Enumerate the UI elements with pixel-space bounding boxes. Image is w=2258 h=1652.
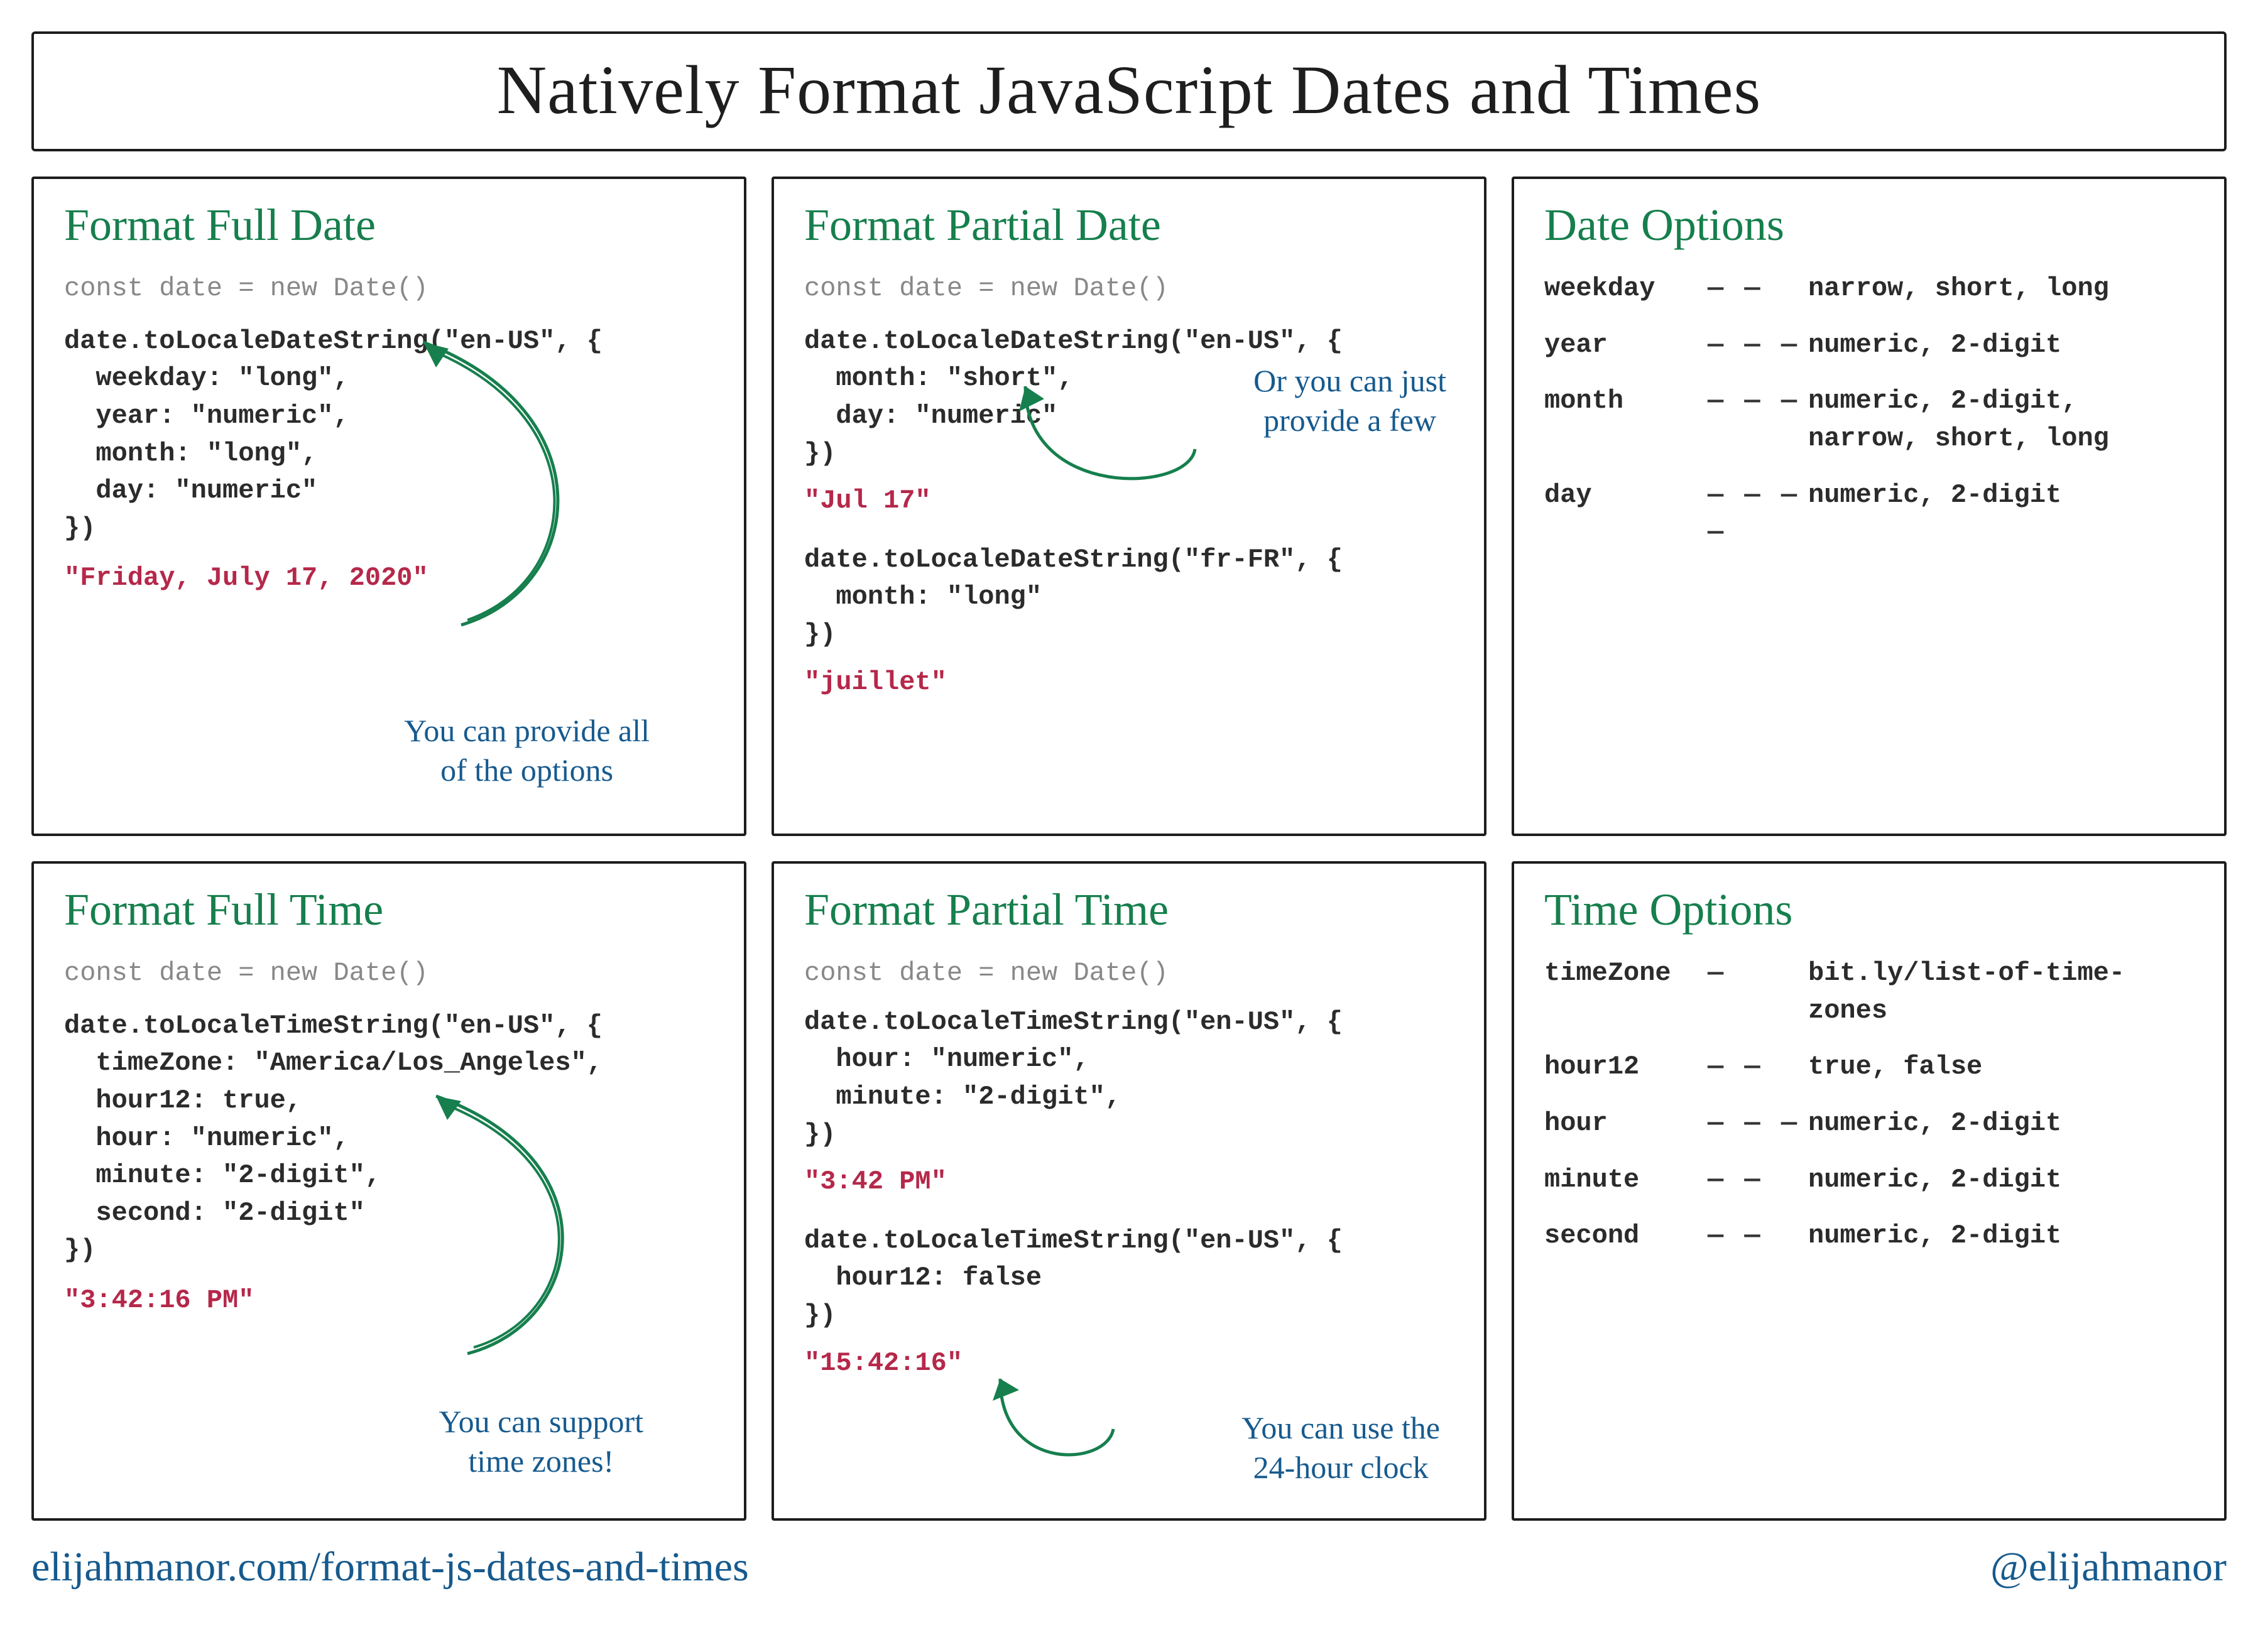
- card-grid: Format Full Date const date = new Date()…: [31, 177, 2227, 1521]
- option-row: hour — — — numeric, 2-digit: [1544, 1105, 2194, 1143]
- arrow-icon: [1000, 374, 1252, 518]
- option-dash: — — — —: [1708, 477, 1808, 552]
- option-key: weekday: [1544, 270, 1708, 308]
- arrow-icon: [975, 1366, 1138, 1486]
- option-row: hour12 — — true, false: [1544, 1048, 2194, 1086]
- code-output-1: "3:42 PM": [804, 1163, 1454, 1201]
- options-list: weekday — — narrow, short, long year — —…: [1544, 270, 2194, 552]
- option-key: hour12: [1544, 1048, 1708, 1086]
- option-dash: — — —: [1708, 1105, 1808, 1143]
- page-title: Natively Format JavaScript Dates and Tim…: [40, 50, 2218, 130]
- option-key: year: [1544, 327, 1708, 364]
- footer: elijahmanor.com/format-js-dates-and-time…: [31, 1543, 2227, 1591]
- title-bar: Natively Format JavaScript Dates and Tim…: [31, 31, 2227, 151]
- option-row: year — — — numeric, 2-digit: [1544, 327, 2194, 364]
- options-list: timeZone — bit.ly/list-of-time-zones hou…: [1544, 955, 2194, 1255]
- code-body-2: date.toLocaleTimeString("en-US", { hour1…: [804, 1222, 1454, 1335]
- code-decl: const date = new Date(): [64, 270, 714, 308]
- arrow-icon: [386, 323, 612, 650]
- card-heading: Format Partial Date: [804, 199, 1454, 251]
- option-row: second — — numeric, 2-digit: [1544, 1217, 2194, 1255]
- code-body-2: date.toLocaleDateString("fr-FR", { month…: [804, 541, 1454, 654]
- footer-handle[interactable]: @elijahmanor: [1990, 1543, 2227, 1591]
- option-dash: —: [1708, 955, 1808, 992]
- option-vals: true, false: [1808, 1048, 2194, 1086]
- arrow-icon: [398, 1077, 624, 1379]
- option-vals: narrow, short, long: [1808, 270, 2194, 308]
- card-heading: Format Full Date: [64, 199, 714, 251]
- option-key: month: [1544, 383, 1708, 420]
- option-vals: numeric, 2-digit: [1808, 1217, 2194, 1255]
- card-heading: Time Options: [1544, 884, 2194, 936]
- code-decl: const date = new Date(): [804, 955, 1454, 992]
- footer-url[interactable]: elijahmanor.com/format-js-dates-and-time…: [31, 1543, 749, 1591]
- option-row: weekday — — narrow, short, long: [1544, 270, 2194, 308]
- code-body-1: date.toLocaleTimeString("en-US", { hour:…: [804, 1004, 1454, 1154]
- option-row: month — — — numeric, 2-digit, narrow, sh…: [1544, 383, 2194, 457]
- option-key: minute: [1544, 1161, 1708, 1199]
- option-row: timeZone — bit.ly/list-of-time-zones: [1544, 955, 2194, 1030]
- option-row: minute — — numeric, 2-digit: [1544, 1161, 2194, 1199]
- option-dash: — —: [1708, 270, 1808, 308]
- option-dash: — —: [1708, 1217, 1808, 1255]
- option-dash: — — —: [1708, 327, 1808, 364]
- card-format-partial-time: Format Partial Time const date = new Dat…: [772, 861, 1486, 1521]
- annotation: You can support time zones!: [439, 1402, 644, 1481]
- card-format-full-time: Format Full Time const date = new Date()…: [31, 861, 746, 1521]
- option-key: second: [1544, 1217, 1708, 1255]
- card-date-options: Date Options weekday — — narrow, short, …: [1512, 177, 2227, 836]
- option-vals: numeric, 2-digit: [1808, 477, 2194, 514]
- option-vals: numeric, 2-digit: [1808, 1161, 2194, 1199]
- card-heading: Format Partial Time: [804, 884, 1454, 936]
- option-key: timeZone: [1544, 955, 1708, 992]
- option-key: day: [1544, 477, 1708, 514]
- option-dash: — — —: [1708, 383, 1808, 420]
- card-format-full-date: Format Full Date const date = new Date()…: [31, 177, 746, 836]
- card-heading: Format Full Time: [64, 884, 714, 936]
- annotation: You can use the 24-hour clock: [1241, 1408, 1440, 1487]
- option-row: day — — — — numeric, 2-digit: [1544, 477, 2194, 552]
- option-vals: bit.ly/list-of-time-zones: [1808, 955, 2194, 1030]
- option-key: hour: [1544, 1105, 1708, 1143]
- card-format-partial-date: Format Partial Date const date = new Dat…: [772, 177, 1486, 836]
- option-vals: numeric, 2-digit: [1808, 1105, 2194, 1143]
- option-dash: — —: [1708, 1048, 1808, 1086]
- option-vals: numeric, 2-digit, narrow, short, long: [1808, 383, 2194, 457]
- card-time-options: Time Options timeZone — bit.ly/list-of-t…: [1512, 861, 2227, 1521]
- annotation: You can provide all of the options: [404, 711, 650, 790]
- code-output-2: "juillet": [804, 664, 1454, 702]
- code-decl: const date = new Date(): [804, 270, 1454, 308]
- option-dash: — —: [1708, 1161, 1808, 1199]
- code-decl: const date = new Date(): [64, 955, 714, 992]
- option-vals: numeric, 2-digit: [1808, 327, 2194, 364]
- card-heading: Date Options: [1544, 199, 2194, 251]
- annotation: Or you can just provide a few: [1253, 361, 1446, 440]
